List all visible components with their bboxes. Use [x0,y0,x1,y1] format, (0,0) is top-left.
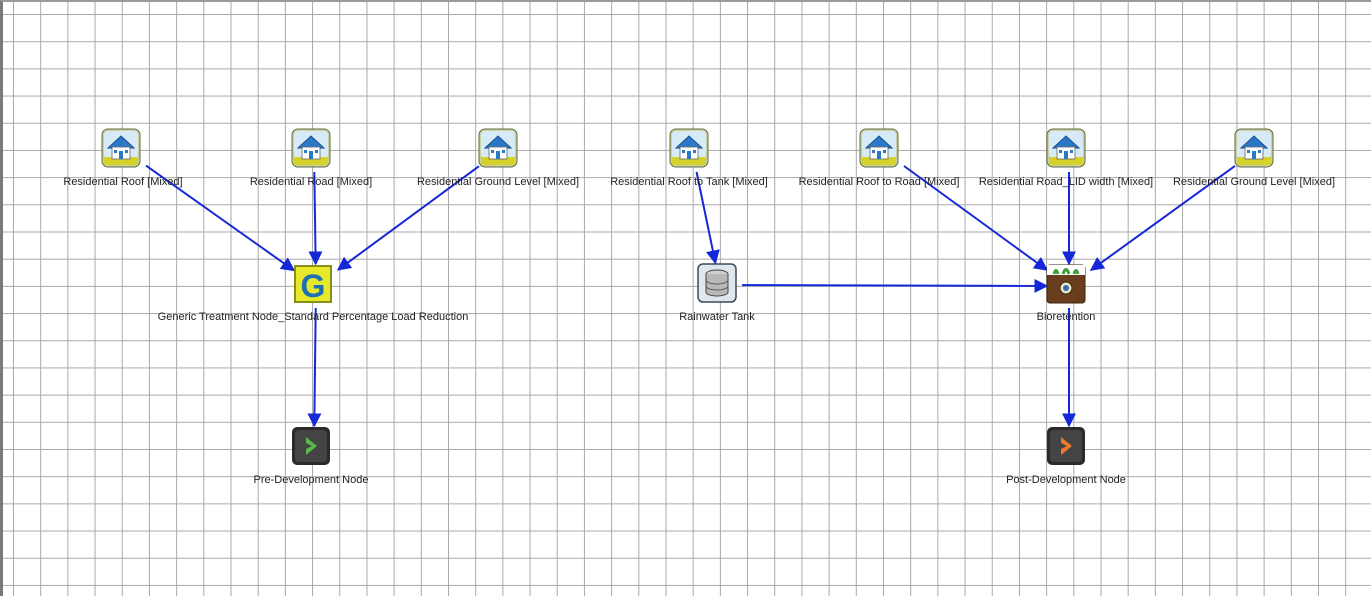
node-label: Rainwater Tank [679,311,755,323]
node-label: Bioretention [1036,311,1096,323]
urban-source-icon [101,128,141,168]
urban-source-icon [859,128,899,168]
rainwater-tank-node[interactable] [697,263,737,303]
urban-source-icon [1234,128,1274,168]
bioretention-node[interactable] [1046,264,1086,304]
node-label: Post-Development Node [1006,474,1126,486]
source-node-residential-road-lid-width[interactable] [1046,128,1086,168]
bioretention-icon [1046,264,1086,304]
generic-treatment-node[interactable]: G [293,264,333,304]
link-gt-to-pre[interactable] [307,307,322,428]
source-node-residential-roof-to-road[interactable] [859,128,899,168]
source-node-residential-ground-level[interactable] [478,128,518,168]
node-label: Residential Ground Level [Mixed] [416,176,580,188]
urban-source-icon [291,128,331,168]
link-rt-to-bio[interactable] [741,278,1049,293]
node-label: Residential Roof to Tank [Mixed] [610,176,768,188]
pre-development-node[interactable] [291,426,331,466]
node-label: Residential Road_LID width [Mixed] [978,176,1154,188]
rainwater-tank-icon [697,263,737,303]
source-node-residential-road[interactable] [291,128,331,168]
node-label: Residential Road [Mixed] [249,176,373,188]
pre-development-receiving-icon [292,427,330,465]
node-label: Residential Roof to Road [Mixed] [798,176,960,188]
node-label: Generic Treatment Node_Standard Percenta… [157,311,469,323]
node-label: Residential Roof [Mixed] [63,176,183,188]
generic-treatment-letter: G [301,268,326,304]
node-label: Residential Ground Level [Mixed] [1172,176,1336,188]
source-node-residential-ground-level-2[interactable] [1234,128,1274,168]
node-label: Pre-Development Node [253,474,369,486]
source-node-residential-roof[interactable] [101,128,141,168]
source-node-residential-roof-to-tank[interactable] [669,128,709,168]
urban-source-icon [669,128,709,168]
post-development-receiving-icon [1047,427,1085,465]
link-layer [145,164,1236,428]
generic-treatment-icon: G [294,265,332,304]
urban-source-icon [478,128,518,168]
urban-source-icon [1046,128,1086,168]
model-canvas[interactable]: Residential Roof [Mixed] Residential Roa… [0,0,1371,596]
post-development-node[interactable] [1046,426,1086,466]
